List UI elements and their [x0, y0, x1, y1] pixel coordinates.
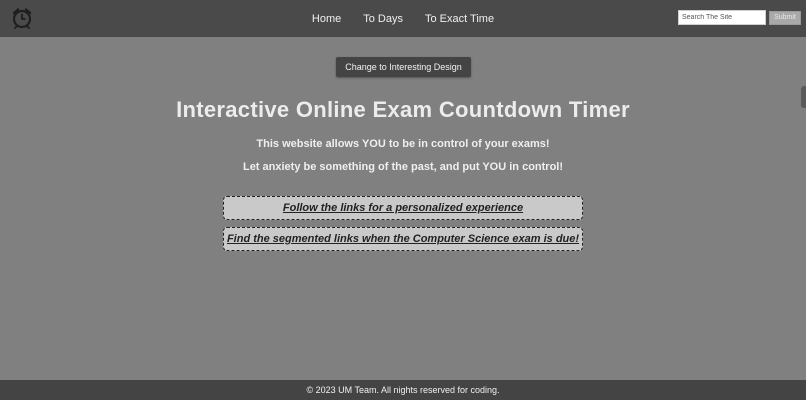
- computer-science-exam-link[interactable]: Find the segmented links when the Comput…: [223, 227, 583, 251]
- alarm-clock-icon[interactable]: [11, 7, 33, 29]
- tagline-anxiety: Let anxiety be something of the past, an…: [242, 161, 564, 173]
- nav-link-home[interactable]: Home: [301, 13, 352, 25]
- page: Home To Days To Exact Time Submit Change…: [0, 0, 806, 400]
- side-scroll-tab[interactable]: [801, 86, 806, 108]
- personalized-experience-link[interactable]: Follow the links for a personalized expe…: [223, 196, 583, 220]
- search-input[interactable]: [678, 10, 766, 25]
- footer-copyright: © 2023 UM Team. All nights reserved for …: [306, 385, 500, 395]
- nav-link-to-exact-time[interactable]: To Exact Time: [414, 13, 505, 25]
- site-header: Home To Days To Exact Time Submit: [0, 0, 806, 37]
- search-form: Submit: [678, 10, 801, 25]
- nav-link-to-days[interactable]: To Days: [352, 13, 414, 25]
- tagline-control: This website allows YOU to be in control…: [256, 138, 550, 150]
- search-submit-button[interactable]: Submit: [769, 10, 801, 25]
- site-footer: © 2023 UM Team. All nights reserved for …: [0, 380, 806, 400]
- change-design-button[interactable]: Change to Interesting Design: [336, 57, 471, 77]
- page-title: Interactive Online Exam Countdown Timer: [176, 97, 630, 122]
